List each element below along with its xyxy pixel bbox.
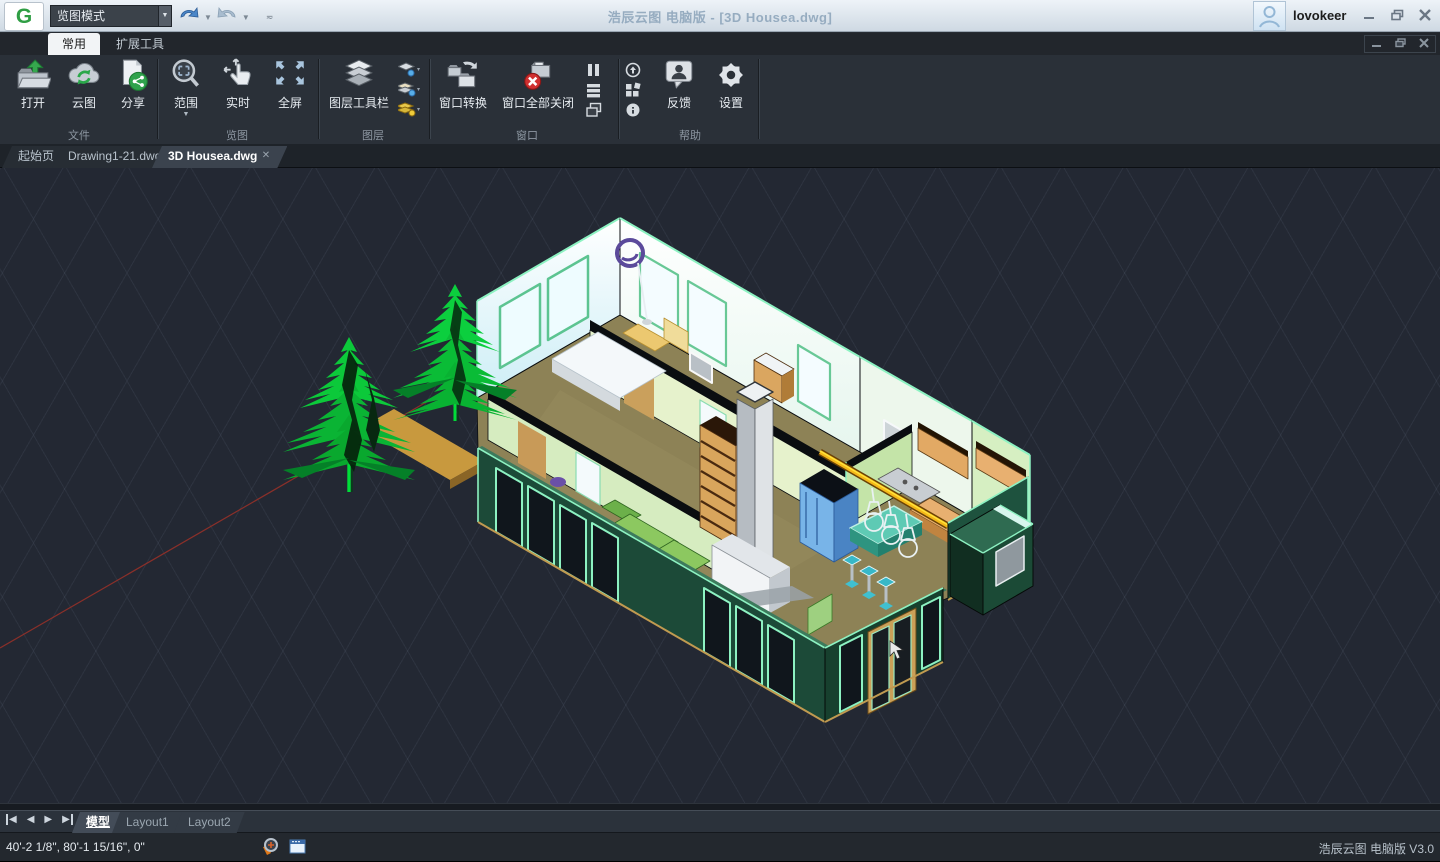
settings-button[interactable]: 设置	[705, 57, 757, 125]
purple-object	[550, 477, 566, 487]
status-bar: 40'-2 1/8", 80'-1 15/16", 0" 浩辰云图 电脑版 V3…	[0, 833, 1440, 861]
layout-tab-bar: ◀ ◀ ▶ ▶ 模型 Layout1 Layout2	[0, 810, 1440, 833]
zoom-tool-icon[interactable]	[260, 837, 280, 862]
about-info-button[interactable]	[624, 101, 648, 118]
window-switch-icon	[445, 57, 481, 93]
window-close-all-label: 窗口全部关闭	[502, 94, 574, 111]
viewport-window-icon[interactable]	[288, 837, 308, 862]
zoom-extents-label: 范围	[174, 94, 198, 111]
ribbon-tab-row: 常用 扩展工具	[0, 33, 1440, 55]
settings-gear-icon	[713, 57, 749, 93]
fullscreen-label: 全屏	[278, 94, 302, 111]
user-avatar[interactable]	[1253, 1, 1286, 31]
walkway	[360, 409, 484, 489]
app-version-label: 浩辰云图 电脑版 V3.0	[1319, 840, 1434, 857]
tab-layout2[interactable]: Layout2	[174, 812, 245, 833]
fullscreen-button[interactable]: 全屏	[264, 57, 316, 125]
house-model	[477, 218, 1033, 722]
title-bar: G 览图模式 ▼ ▼ ▼ ≂ 浩辰云图 电脑版 - [3D Housea.dwg…	[0, 0, 1440, 32]
document-tab-bar: 起始页 Drawing1-21.dwg 3D Housea.dwg ✕	[0, 144, 1440, 168]
first-tab-icon[interactable]: ◀	[6, 814, 17, 825]
group-divider	[758, 59, 760, 139]
layers-icon	[341, 57, 377, 93]
cloud-label: 云图	[72, 94, 96, 111]
group-divider	[157, 59, 159, 139]
ribbon-body: 打开 云图 分享	[0, 55, 1440, 144]
open-button[interactable]: 打开	[7, 57, 59, 125]
settings-label: 设置	[719, 94, 743, 111]
cloud-button[interactable]: 云图	[58, 57, 110, 125]
cascade-windows-button[interactable]	[585, 101, 609, 118]
group-label-help: 帮助	[645, 127, 735, 143]
window-switch-button[interactable]: 窗口转换	[432, 57, 494, 125]
document-window-controls	[1364, 35, 1436, 53]
prev-tab-icon[interactable]: ◀	[27, 814, 35, 825]
doc-close-button[interactable]	[1419, 35, 1429, 53]
open-icon	[15, 57, 51, 93]
layer-freeze-button[interactable]: ▾	[398, 81, 422, 98]
3d-house-scene	[0, 168, 1440, 810]
zoom-extents-button[interactable]: 范围 ▼	[160, 57, 212, 125]
coordinates-readout: 40'-2 1/8", 80'-1 15/16", 0"	[6, 840, 145, 854]
layer-lock-button[interactable]: ▾	[398, 101, 422, 118]
fullscreen-icon	[272, 57, 308, 93]
canvas-scroll-strip[interactable]	[0, 803, 1440, 810]
group-divider	[618, 59, 620, 139]
last-tab-icon[interactable]: ▶	[62, 814, 73, 825]
minimize-button[interactable]	[1360, 8, 1378, 22]
window-title: 浩辰云图 电脑版 - [3D Housea.dwg]	[0, 7, 1440, 26]
group-divider	[318, 59, 320, 139]
group-label-layer: 图层	[328, 127, 418, 143]
share-label: 分享	[121, 94, 145, 111]
pan-realtime-button[interactable]: 实时	[212, 57, 264, 125]
window-close-all-icon	[520, 57, 556, 93]
ribbon: 常用 扩展工具 打开	[0, 32, 1440, 144]
window-switch-label: 窗口转换	[439, 94, 487, 111]
tab-close-icon[interactable]: ✕	[260, 150, 272, 162]
share-button[interactable]: 分享	[107, 57, 159, 125]
group-label-view: 览图	[192, 127, 282, 143]
drawing-canvas[interactable]	[0, 168, 1440, 810]
ribbon-tab-home[interactable]: 常用	[48, 33, 100, 55]
group-divider	[429, 59, 431, 139]
zoom-extents-dropdown-icon[interactable]: ▼	[183, 111, 190, 118]
feedback-icon	[661, 57, 697, 93]
pan-realtime-label: 实时	[226, 94, 250, 111]
layer-on-button[interactable]: ▾	[398, 61, 422, 78]
doc-minimize-button[interactable]	[1372, 35, 1382, 53]
modules-button[interactable]	[624, 81, 648, 98]
application-window: G 览图模式 ▼ ▼ ▼ ≂ 浩辰云图 电脑版 - [3D Housea.dwg…	[0, 0, 1440, 861]
tile-horizontal-button[interactable]	[585, 81, 609, 98]
pan-hand-icon	[220, 57, 256, 93]
tab-layout1[interactable]: Layout1	[112, 812, 183, 833]
group-label-window: 窗口	[482, 127, 572, 143]
cloud-icon	[66, 57, 102, 93]
next-tab-icon[interactable]: ▶	[44, 814, 52, 825]
window-close-all-button[interactable]: 窗口全部关闭	[497, 57, 579, 125]
close-button[interactable]	[1416, 8, 1434, 22]
layer-toolbar-label: 图层工具栏	[329, 94, 389, 111]
layer-toolbar-button[interactable]: 图层工具栏	[322, 57, 396, 125]
share-icon	[115, 57, 151, 93]
check-update-button[interactable]	[624, 61, 648, 78]
feedback-button[interactable]: 反馈	[653, 57, 705, 125]
group-label-file: 文件	[34, 127, 124, 143]
doc-restore-button[interactable]	[1395, 35, 1406, 53]
tile-vertical-button[interactable]	[585, 61, 609, 78]
zoom-extents-icon	[168, 57, 204, 93]
username-label[interactable]: lovokeer	[1293, 8, 1346, 23]
open-label: 打开	[21, 94, 45, 111]
restore-button[interactable]	[1388, 8, 1406, 22]
feedback-label: 反馈	[667, 94, 691, 111]
ribbon-tab-extended[interactable]: 扩展工具	[102, 33, 178, 55]
